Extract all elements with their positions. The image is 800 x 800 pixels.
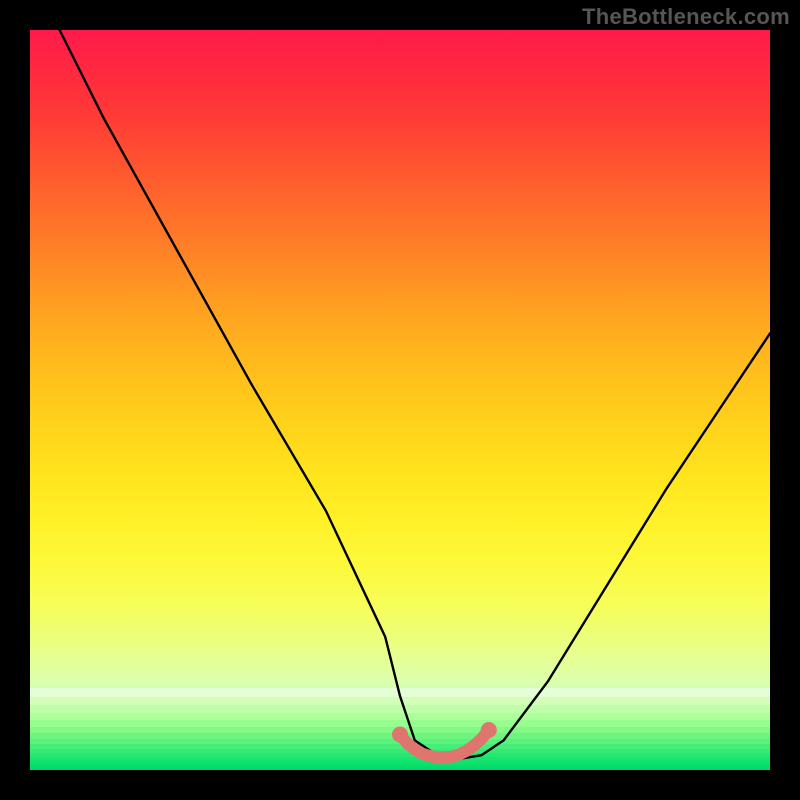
chart-frame: TheBottleneck.com xyxy=(0,0,800,800)
plot-area xyxy=(30,30,770,770)
watermark-text: TheBottleneck.com xyxy=(582,4,790,30)
main-curve xyxy=(60,30,770,759)
curve-layer xyxy=(30,30,770,770)
green-band-strata xyxy=(30,688,770,770)
